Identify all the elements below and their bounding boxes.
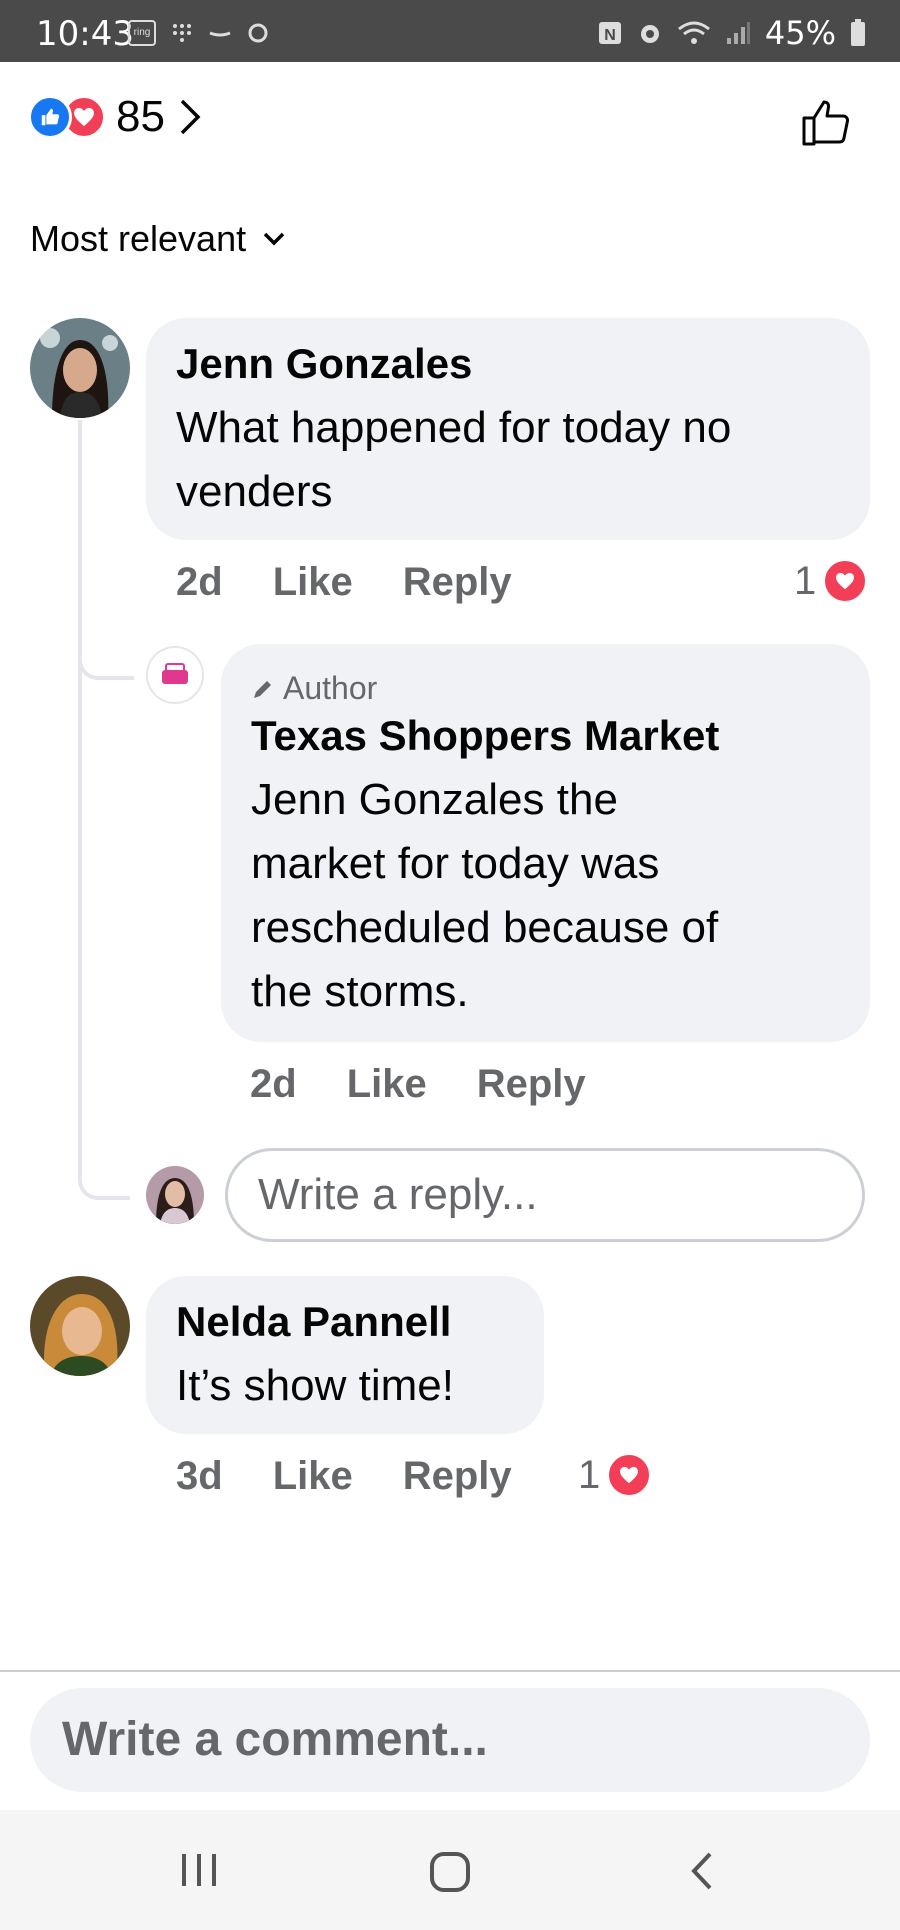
dash-icon [209,31,231,37]
love-reaction-icon [822,558,869,604]
avatar-texas-shoppers-market[interactable] [146,646,204,704]
commenter-name[interactable]: Texas Shoppers Market [251,712,719,760]
sync-icon [248,23,268,43]
love-reaction-icon [606,1452,653,1498]
thread-branch [78,630,134,680]
battery-percent: 45% [764,14,836,52]
signal-icon [726,22,750,44]
comment-reaction-count[interactable]: 1 [578,1452,653,1498]
commenter-name[interactable]: Jenn Gonzales [176,340,472,388]
author-badge: Author [251,670,377,707]
recent-apps-button[interactable] [178,1850,220,1895]
nfc-icon: N [598,22,621,44]
svg-text:N: N [604,27,616,44]
ring-app-icon: ring [128,20,156,46]
alarm-icon [640,25,659,43]
sort-dropdown[interactable]: Most relevant [30,218,286,260]
comment-text-line: It’s show time! [176,1361,454,1410]
dialpad-icon [173,24,191,42]
sort-label: Most relevant [30,218,247,259]
comment-text-line: Jenn Gonzales the [251,775,618,824]
reaction-number: 1 [578,1452,601,1497]
thread-line [78,420,130,1200]
comment-text-line: venders [176,467,333,516]
like-link[interactable]: Like [347,1062,427,1107]
comment-text-line: What happened for today no [176,403,732,452]
comment-bubble[interactable]: Jenn Gonzales What happened for today no… [146,318,870,540]
comment-text-line: rescheduled because of [251,903,719,952]
reply-bubble[interactable]: Author Texas Shoppers Market Jenn Gonzal… [221,644,870,1042]
comment-actions: 3d Like Reply [176,1454,562,1499]
avatar-jenn-gonzales[interactable] [30,318,130,418]
chevron-right-icon [180,99,201,135]
divider [0,1670,900,1672]
current-user-avatar [146,1166,204,1224]
reply-input[interactable]: Write a reply... [225,1148,865,1242]
wifi-icon [677,21,710,44]
comment-time[interactable]: 2d [176,560,223,605]
reply-link[interactable]: Reply [477,1062,586,1107]
comment-text-line: market for today was [251,839,660,888]
avatar-nelda-pannell[interactable] [30,1276,130,1376]
like-link[interactable]: Like [273,1454,353,1499]
status-time: 10:43 [36,14,134,54]
back-icon [691,1852,712,1890]
system-nav-bar [0,1810,900,1930]
comment-time[interactable]: 2d [250,1062,297,1107]
like-post-button[interactable] [800,96,852,153]
status-right-icons: N 45% [597,14,866,52]
commenter-name[interactable]: Nelda Pannell [176,1298,451,1346]
battery-icon [851,19,865,46]
thumbs-up-icon [802,100,849,146]
like-link[interactable]: Like [273,560,353,605]
recent-apps-icon [182,1854,216,1886]
back-button[interactable] [686,1850,716,1897]
home-icon [430,1852,470,1892]
pencil-icon [254,680,271,698]
reaction-number: 1 [794,558,817,603]
reply-link[interactable]: Reply [403,560,512,605]
status-left-icons: ring [128,20,270,46]
reply-link[interactable]: Reply [403,1454,512,1499]
home-button[interactable] [428,1850,472,1899]
comment-time[interactable]: 3d [176,1454,223,1499]
chevron-down-icon [263,232,285,246]
reactions-summary[interactable]: 85 [28,92,201,142]
reply-actions: 2d Like Reply [250,1062,636,1107]
reaction-count: 85 [116,92,165,141]
comment-reaction-count[interactable]: 1 [794,558,869,604]
like-reaction-icon [28,95,72,139]
comment-text-line: the storms. [251,967,469,1016]
comment-bubble[interactable]: Nelda Pannell It’s show time! [146,1276,544,1434]
write-comment-input[interactable]: Write a comment... [30,1688,870,1792]
comment-actions: 2d Like Reply [176,560,562,605]
status-bar: 10:43 ring N 45% [0,0,900,62]
author-badge-label: Author [283,670,378,706]
